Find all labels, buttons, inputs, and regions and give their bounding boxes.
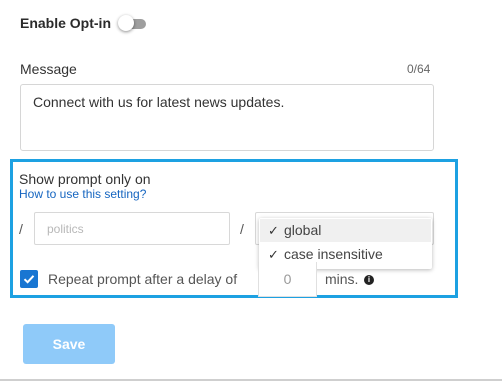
check-icon: ✓ bbox=[268, 223, 279, 238]
info-icon[interactable]: i bbox=[364, 275, 374, 285]
repeat-prompt-label: Repeat prompt after a delay of bbox=[48, 271, 238, 287]
message-textarea[interactable]: Connect with us for latest news updates. bbox=[20, 84, 434, 151]
message-label: Message bbox=[20, 61, 77, 77]
how-to-use-link[interactable]: How to use this setting? bbox=[19, 187, 146, 201]
checkmark-icon bbox=[23, 275, 35, 284]
minutes-unit-label: mins. bbox=[325, 271, 359, 287]
enable-optin-label: Enable Opt-in bbox=[20, 15, 111, 31]
flag-option-label: global bbox=[284, 222, 322, 238]
toggle-knob bbox=[118, 15, 134, 31]
flag-option-label: case insensitive bbox=[284, 246, 383, 262]
enable-optin-toggle[interactable] bbox=[118, 15, 148, 31]
message-char-counter: 0/64 bbox=[407, 62, 431, 76]
repeat-prompt-checkbox[interactable] bbox=[20, 270, 38, 288]
delay-minutes-input[interactable] bbox=[258, 262, 317, 297]
url-pattern-input[interactable] bbox=[34, 212, 230, 245]
regex-close-slash: / bbox=[240, 221, 244, 237]
regex-open-slash: / bbox=[19, 221, 23, 237]
save-button[interactable]: Save bbox=[23, 324, 115, 364]
flag-option-global[interactable]: ✓ global bbox=[260, 219, 431, 242]
show-prompt-title: Show prompt only on bbox=[19, 171, 151, 187]
prompt-settings-form: Enable Opt-in Message 0/64 Connect with … bbox=[0, 0, 502, 381]
